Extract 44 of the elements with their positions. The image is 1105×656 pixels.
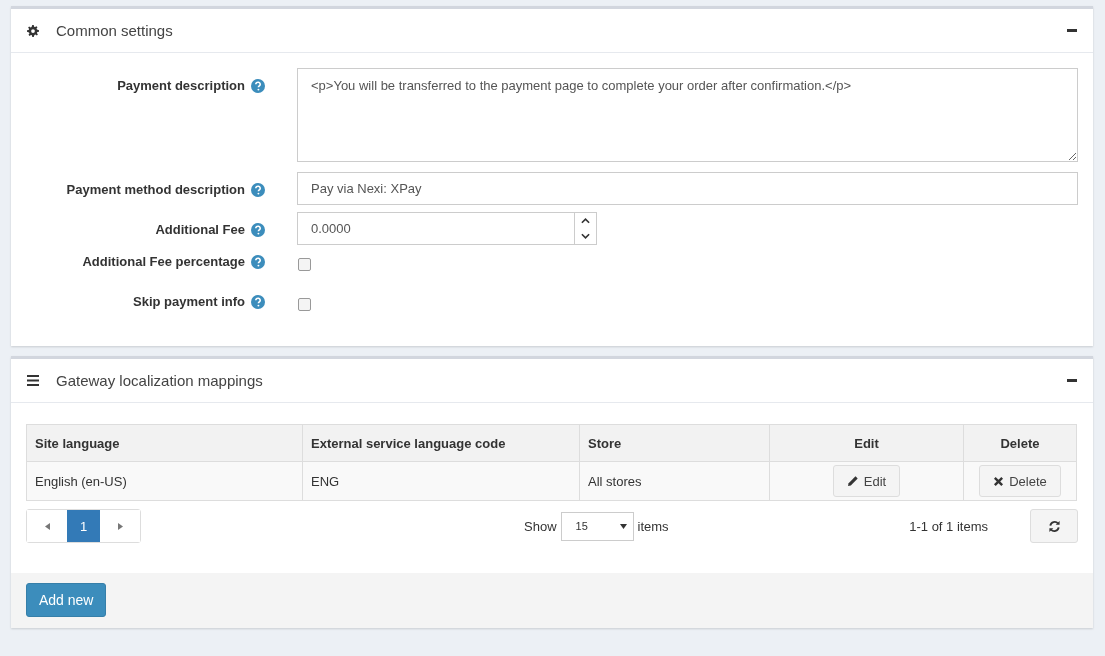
page-size-dropdown[interactable]: 15: [560, 511, 634, 541]
help-icon[interactable]: [251, 254, 265, 269]
checkbox[interactable]: [298, 298, 311, 311]
add-new-button[interactable]: Add new: [26, 583, 107, 617]
column-header: External service language code: [302, 424, 580, 462]
help-icon[interactable]: [251, 294, 265, 309]
field-label: Payment method description: [66, 182, 245, 197]
refresh-icon: [1047, 519, 1061, 533]
down-icon[interactable]: [581, 233, 590, 240]
field-label: Additional Fee percentage: [82, 254, 245, 269]
page-button[interactable]: 1: [67, 510, 100, 542]
column-header: Site language: [26, 424, 303, 462]
number-field[interactable]: 0.0000: [297, 212, 597, 245]
close-icon: [993, 475, 1005, 487]
pencil-icon: [846, 475, 859, 487]
edit-button[interactable]: Edit: [832, 465, 901, 497]
right-triangle-icon: [117, 522, 123, 530]
table-cell: English (en-US): [26, 461, 303, 501]
help-icon[interactable]: [251, 78, 265, 93]
caret-icon: [619, 523, 627, 529]
table-cell: All stores: [579, 461, 770, 501]
help-icon[interactable]: [251, 222, 265, 237]
items-label: items: [637, 518, 669, 534]
field-label: Additional Fee: [155, 222, 245, 237]
field-label: Payment description: [117, 78, 245, 93]
panel-title: Gateway localization mappings: [56, 372, 264, 389]
refresh-button[interactable]: [1030, 509, 1078, 543]
menu-icon: [27, 375, 39, 386]
show-label: Show: [524, 518, 557, 534]
pager-summary: 1-1 of 1 items: [909, 518, 988, 534]
left-triangle-icon: [44, 522, 50, 530]
checkbox[interactable]: [298, 258, 311, 271]
gear-icon: [27, 24, 39, 37]
delete-button[interactable]: Delete: [979, 465, 1061, 497]
field-label: Skip payment info: [133, 294, 245, 309]
column-header: Store: [579, 424, 770, 462]
text-field[interactable]: Pay via Nexi: XPay: [297, 172, 1078, 205]
table-cell: ENG: [302, 461, 580, 501]
up-icon[interactable]: [581, 217, 590, 224]
column-header: Edit: [769, 424, 964, 462]
help-icon[interactable]: [251, 182, 265, 197]
column-header: Delete: [963, 424, 1077, 462]
payment-description-field[interactable]: <p>You will be transferred to the payment page to complete your order after confirmation.</p>: [297, 68, 1078, 162]
panel-title: Common settings: [56, 22, 174, 39]
